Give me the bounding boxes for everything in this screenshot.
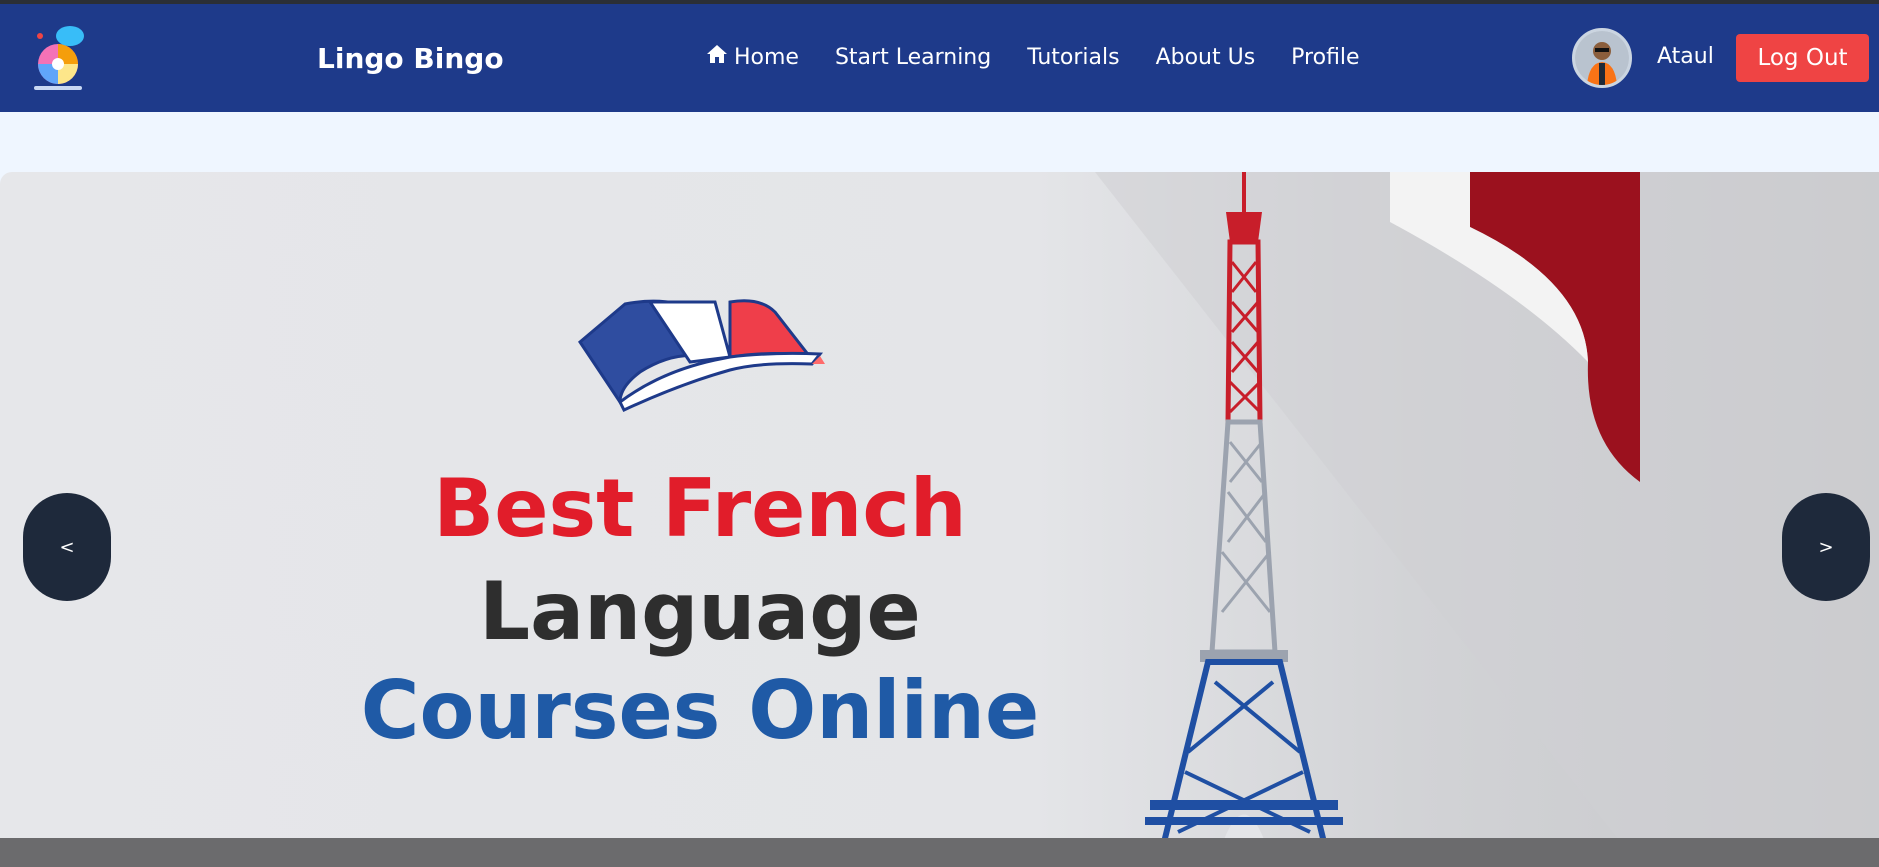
french-book-icon — [578, 299, 825, 412]
hero-carousel: Best French Language Courses Online < > — [0, 172, 1879, 867]
carousel-prev-button[interactable]: < — [23, 493, 111, 601]
nav-profile[interactable]: Profile — [1291, 44, 1359, 70]
hero-title-line-1: Best French — [433, 462, 967, 555]
user-avatar[interactable] — [1572, 28, 1632, 88]
hero-title-line-2: Language — [479, 565, 921, 658]
nav-start-learning[interactable]: Start Learning — [835, 44, 991, 70]
carousel-next-button[interactable]: > — [1782, 493, 1870, 601]
nav-about-us[interactable]: About Us — [1156, 44, 1256, 70]
logout-button[interactable]: Log Out — [1736, 34, 1869, 82]
username: Ataul — [1657, 44, 1714, 69]
lingo-bingo-logo-icon[interactable] — [28, 22, 88, 96]
hero-title-line-3: Courses Online — [360, 664, 1040, 757]
main-nav: Home Start Learning Tutorials About Us P… — [706, 44, 1360, 70]
navbar: Lingo Bingo Home Start Learning Tutorial… — [0, 4, 1879, 112]
nav-home-label: Home — [734, 44, 799, 70]
nav-tutorials[interactable]: Tutorials — [1027, 44, 1119, 70]
hero-bottom-bar — [0, 838, 1879, 867]
nav-home[interactable]: Home — [706, 44, 799, 70]
home-icon — [706, 44, 728, 70]
brand-name[interactable]: Lingo Bingo — [317, 42, 504, 75]
